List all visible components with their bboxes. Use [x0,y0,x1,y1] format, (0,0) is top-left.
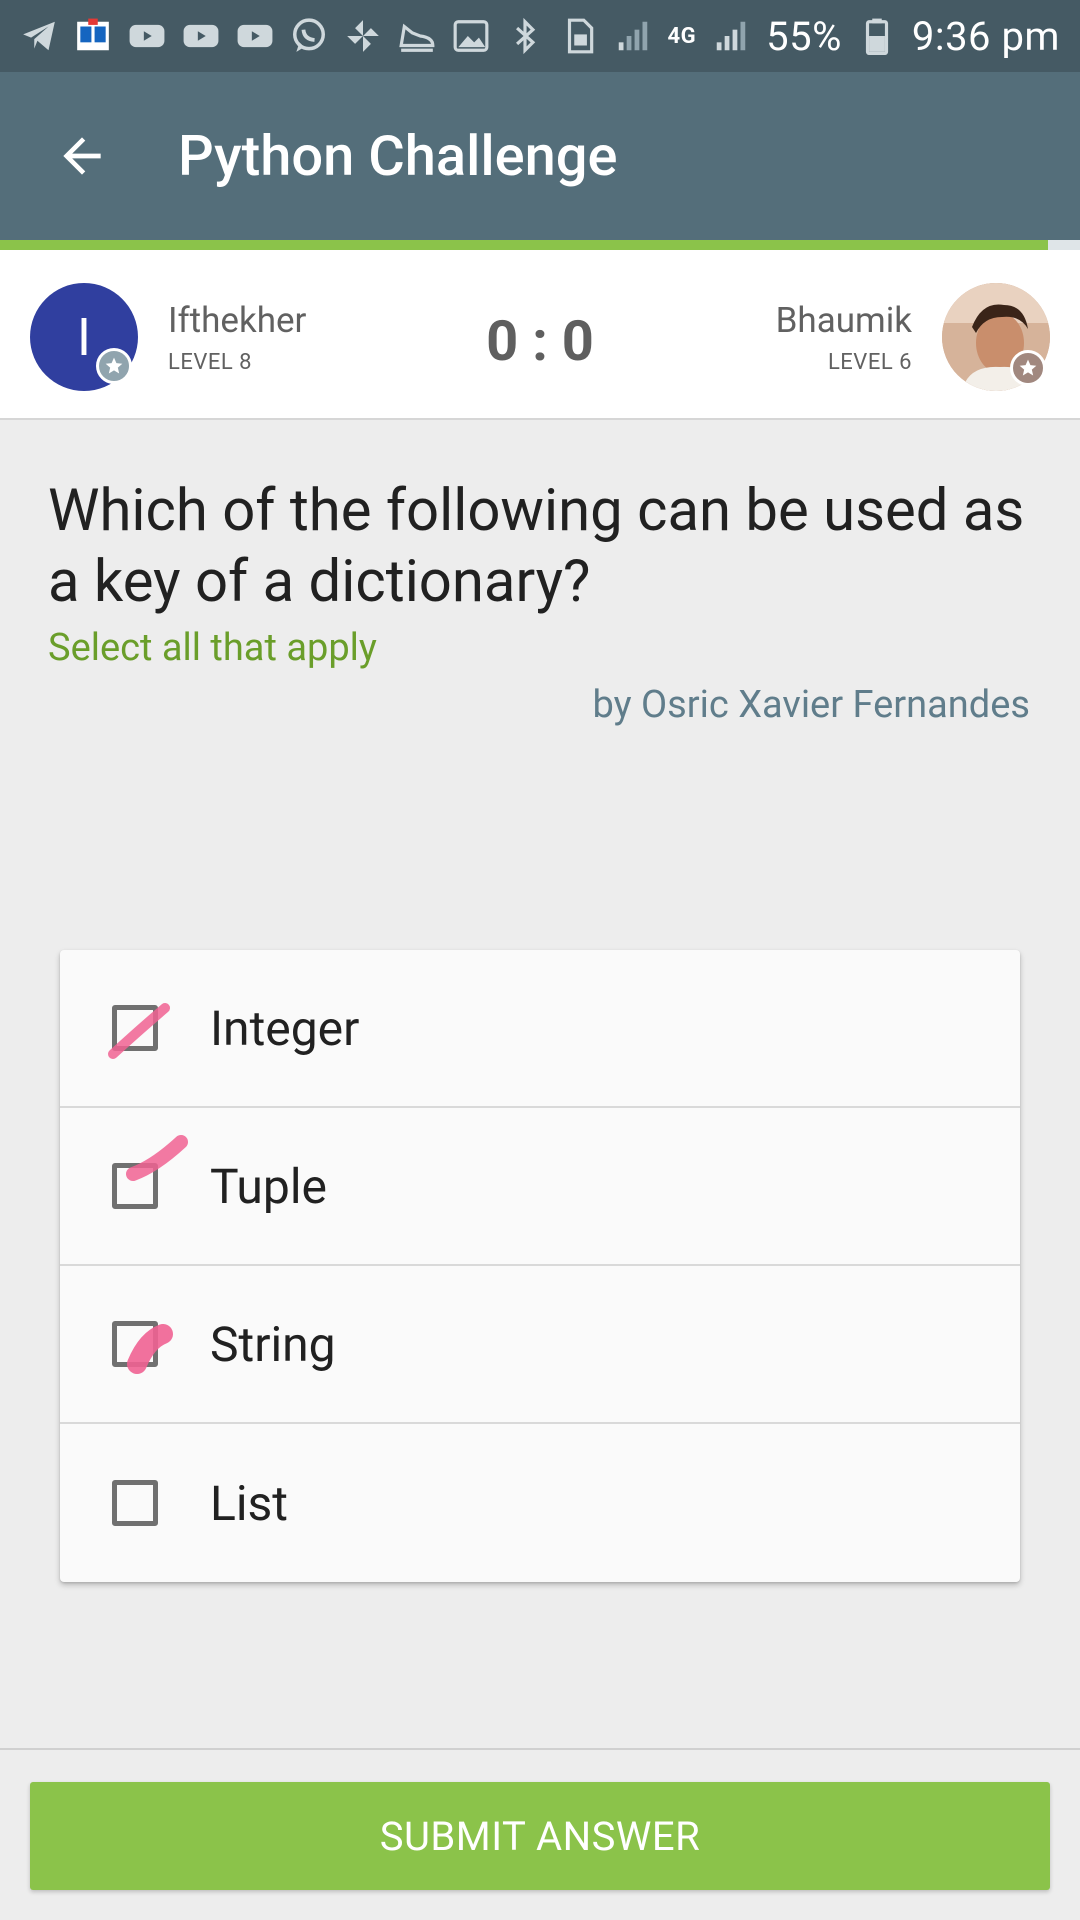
youtube-icon [128,17,166,55]
question-author: by Osric Xavier Fernandes [592,683,1030,727]
app-title: Python Challenge [178,123,618,189]
score: 0 : 0 [486,308,594,374]
notification-icons [20,17,490,55]
player-right-name: Bhaumik [775,300,912,341]
telegram-icon [20,17,58,55]
status-bar: 4G 55% 9:36 pm [0,0,1080,72]
highlight-mark [126,1135,188,1181]
back-button[interactable] [46,120,118,192]
arrow-back-icon [63,137,101,175]
players-header: I Ifthekher LEVEL 8 0 : 0 Bhaumik LEVEL … [0,250,1080,420]
youtube-icon [236,17,274,55]
sim-icon [560,17,598,55]
option-integer[interactable]: Integer [60,950,1020,1108]
system-status: 4G 55% 9:36 pm [506,13,1060,60]
image-icon [452,17,490,55]
submit-answer-button[interactable]: SUBMIT ANSWER [30,1782,1050,1890]
checkbox-icon[interactable] [112,1480,158,1526]
app-bar: Python Challenge [0,72,1080,240]
answer-options: Integer Tuple String List [60,950,1020,1582]
clock: 9:36 pm [911,12,1060,60]
youtube-icon [182,17,220,55]
pinwheel-icon [344,17,382,55]
battery-percent: 55% [766,12,842,60]
highlight-mark [108,1003,170,1059]
option-label: Integer [210,999,360,1057]
app-icon [74,17,112,55]
question-hint: Select all that apply [48,626,377,670]
option-tuple[interactable]: Tuple [60,1108,1020,1266]
option-label: List [210,1474,288,1532]
question-text: Which of the following can be used as a … [48,477,1025,616]
player-right-level: LEVEL 6 [827,350,912,375]
signal-icon [614,17,652,55]
option-list[interactable]: List [60,1424,1020,1582]
option-label: String [210,1315,336,1373]
checkbox-icon[interactable] [112,1135,188,1209]
shoe-icon [398,17,436,55]
network-type: 4G [667,23,697,49]
footer-divider [0,1748,1080,1750]
timer-progress-bar [0,240,1080,250]
checkbox-icon[interactable] [108,1003,170,1059]
checkbox-icon[interactable] [112,1321,173,1374]
progress-fill [0,240,1048,250]
battery-icon [858,17,896,55]
whatsapp-icon [290,17,328,55]
signal-icon [712,17,750,55]
highlight-mark [127,1324,173,1374]
bluetooth-icon [506,17,544,55]
star-badge-icon [1010,350,1046,386]
option-label: Tuple [210,1157,327,1215]
option-string[interactable]: String [60,1266,1020,1424]
